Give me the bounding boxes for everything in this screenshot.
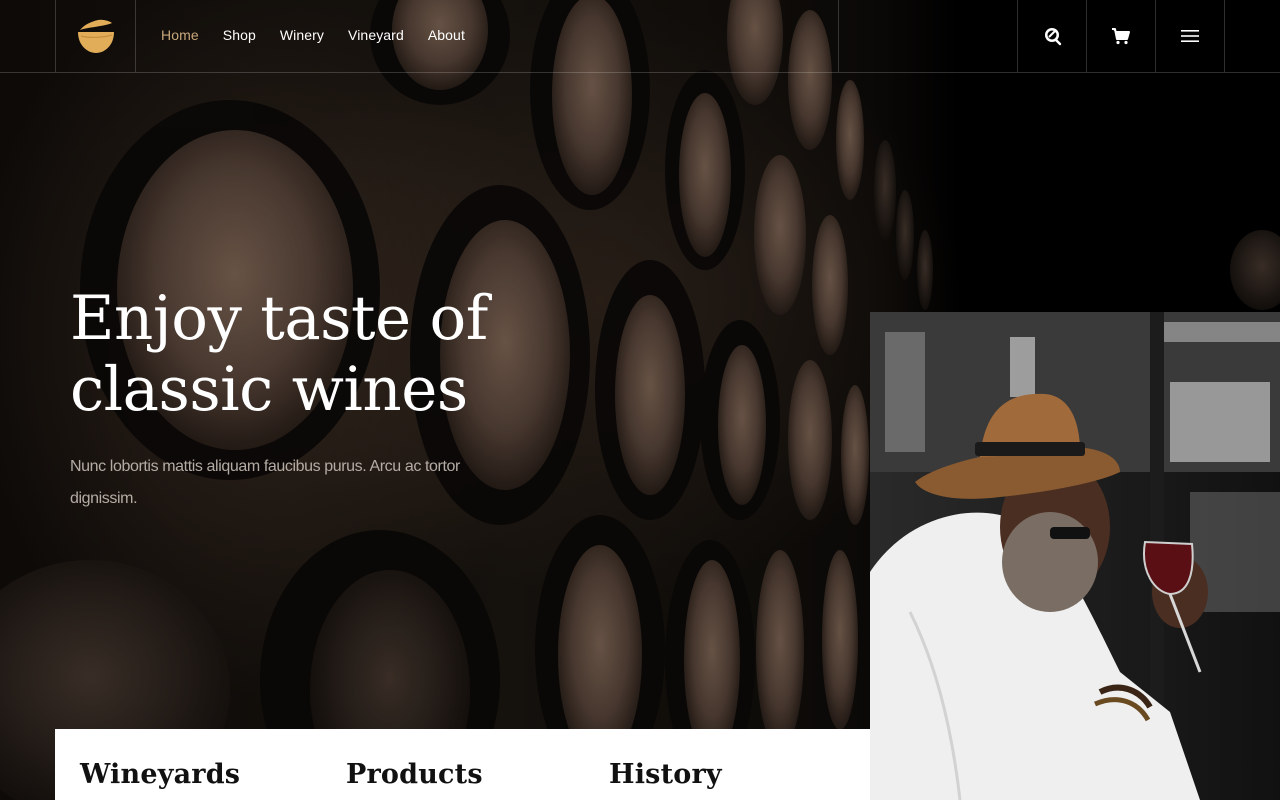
search-icon xyxy=(1044,28,1061,46)
feature-title-wineyards[interactable]: Wineyards xyxy=(80,757,240,793)
nav-shop[interactable]: Shop xyxy=(223,26,256,44)
feature-title-history[interactable]: History xyxy=(609,757,722,793)
features-card: Wineyards Products History xyxy=(55,729,870,800)
nav-home[interactable]: Home xyxy=(161,26,199,44)
header-divider xyxy=(838,0,839,72)
cart-button[interactable] xyxy=(1086,0,1155,72)
logo[interactable] xyxy=(56,0,136,72)
hero-headline: Enjoy taste of classic wines xyxy=(70,283,590,425)
hero-headline-line2: classic wines xyxy=(70,354,468,425)
man-with-wine-photo xyxy=(870,312,1280,800)
main-nav: Home Shop Winery Vineyard About xyxy=(161,26,489,44)
site-header: Home Shop Winery Vineyard About xyxy=(0,0,1280,73)
nav-about[interactable]: About xyxy=(428,26,465,44)
hero-headline-line1: Enjoy taste of xyxy=(70,283,488,354)
menu-button[interactable] xyxy=(1155,0,1224,72)
cart-icon xyxy=(1111,28,1130,45)
menu-icon xyxy=(1180,30,1199,42)
nav-vineyard[interactable]: Vineyard xyxy=(348,26,404,44)
feature-title-products[interactable]: Products xyxy=(346,757,483,793)
header-divider xyxy=(1224,0,1225,72)
search-button[interactable] xyxy=(1017,0,1086,72)
hero-subtext: Nunc lobortis mattis aliquam faucibus pu… xyxy=(70,458,460,507)
cup-logo-icon xyxy=(78,19,114,53)
nav-winery[interactable]: Winery xyxy=(280,26,324,44)
